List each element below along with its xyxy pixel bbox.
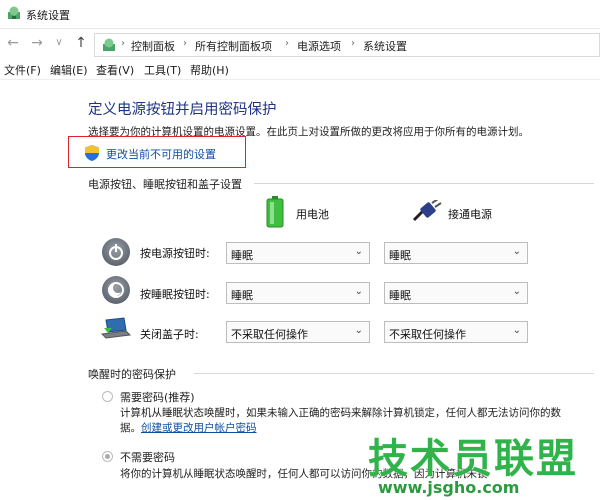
chevron-down-icon: ⌄: [512, 246, 521, 257]
sleep-button-icon: [102, 276, 130, 304]
control-panel-icon: [103, 38, 115, 51]
breadcrumb-item[interactable]: 所有控制面板项: [195, 38, 272, 54]
watermark-url: www.jsgho.com: [378, 478, 520, 497]
section-divider: [194, 373, 594, 374]
breadcrumb-item[interactable]: 控制面板: [131, 38, 175, 54]
menu-edit[interactable]: 编辑(E): [50, 62, 88, 78]
require-password-description: 计算机从睡眠状态唤醒时，如果未输入正确的密码来解除计算机锁定，任何人都无法访问你…: [120, 407, 561, 419]
chevron-down-icon: ⌄: [354, 325, 363, 336]
sleep-button-label: 按睡眠按钮时:: [140, 288, 210, 301]
lid-close-plugged-select[interactable]: 不采取任何操作 ⌄: [384, 321, 528, 343]
change-unavailable-settings-link[interactable]: 更改当前不可用的设置: [106, 146, 216, 162]
breadcrumb-separator-icon: ›: [121, 38, 125, 49]
page-title: 定义电源按钮并启用密码保护: [88, 102, 277, 118]
no-password-label: 不需要密码: [120, 451, 175, 464]
menu-bar: 文件(F) 编辑(E) 查看(V) 工具(T) 帮助(H): [0, 59, 600, 80]
sleep-button-battery-select[interactable]: 睡眠 ⌄: [226, 282, 370, 304]
power-section-heading: 电源按钮、睡眠按钮和盖子设置: [88, 178, 242, 191]
lid-close-label: 关闭盖子时:: [140, 328, 199, 341]
plugged-in-column-label: 接通电源: [448, 208, 492, 221]
address-bar[interactable]: › 控制面板 › 所有控制面板项 › 电源选项 › 系统设置: [94, 33, 600, 57]
power-button-plugged-select[interactable]: 睡眠 ⌄: [384, 242, 528, 264]
require-password-description-end: 据。: [120, 422, 141, 434]
back-icon[interactable]: ←: [6, 35, 20, 51]
menu-help[interactable]: 帮助(H): [190, 62, 229, 78]
require-password-radio[interactable]: [102, 391, 113, 402]
recent-locations-icon[interactable]: ∨: [52, 35, 66, 51]
no-password-radio[interactable]: [102, 451, 113, 462]
chevron-down-icon: ⌄: [354, 246, 363, 257]
power-button-battery-select[interactable]: 睡眠 ⌄: [226, 242, 370, 264]
sleep-button-plugged-select[interactable]: 睡眠 ⌄: [384, 282, 528, 304]
shield-icon: [85, 145, 99, 161]
menu-file[interactable]: 文件(F): [4, 62, 41, 78]
menu-tools[interactable]: 工具(T): [144, 62, 181, 78]
breadcrumb-item[interactable]: 系统设置: [363, 38, 407, 54]
power-plug-icon: [412, 200, 442, 222]
watermark-logo-text: 技术员联盟: [368, 436, 578, 482]
forward-icon[interactable]: →: [30, 35, 44, 51]
chevron-down-icon: ⌄: [354, 286, 363, 297]
password-section-heading: 唤醒时的密码保护: [88, 368, 176, 381]
title-bar: 系统设置: [0, 0, 600, 29]
laptop-lid-icon: [100, 317, 132, 339]
power-button-icon: [102, 238, 130, 266]
battery-column-label: 用电池: [296, 208, 329, 221]
battery-icon: [266, 196, 284, 228]
section-divider: [254, 183, 594, 184]
create-password-link[interactable]: 创建或更改用户帐户密码: [141, 420, 257, 435]
menu-view[interactable]: 查看(V): [96, 62, 134, 78]
breadcrumb-separator-icon: ›: [351, 38, 355, 49]
breadcrumb-separator-icon: ›: [183, 38, 187, 49]
breadcrumb-item[interactable]: 电源选项: [297, 38, 341, 54]
up-icon[interactable]: ↑: [74, 35, 88, 51]
chevron-down-icon: ⌄: [512, 325, 521, 336]
require-password-label: 需要密码(推荐): [120, 391, 195, 404]
window-title: 系统设置: [26, 9, 70, 22]
power-button-label: 按电源按钮时:: [140, 247, 210, 260]
control-panel-icon: [8, 6, 20, 19]
address-row: ← → ∨ ↑ › 控制面板 › 所有控制面板项 › 电源选项 › 系统设置: [0, 29, 600, 59]
breadcrumb-separator-icon: ›: [285, 38, 289, 49]
lid-close-battery-select[interactable]: 不采取任何操作 ⌄: [226, 321, 370, 343]
chevron-down-icon: ⌄: [512, 286, 521, 297]
